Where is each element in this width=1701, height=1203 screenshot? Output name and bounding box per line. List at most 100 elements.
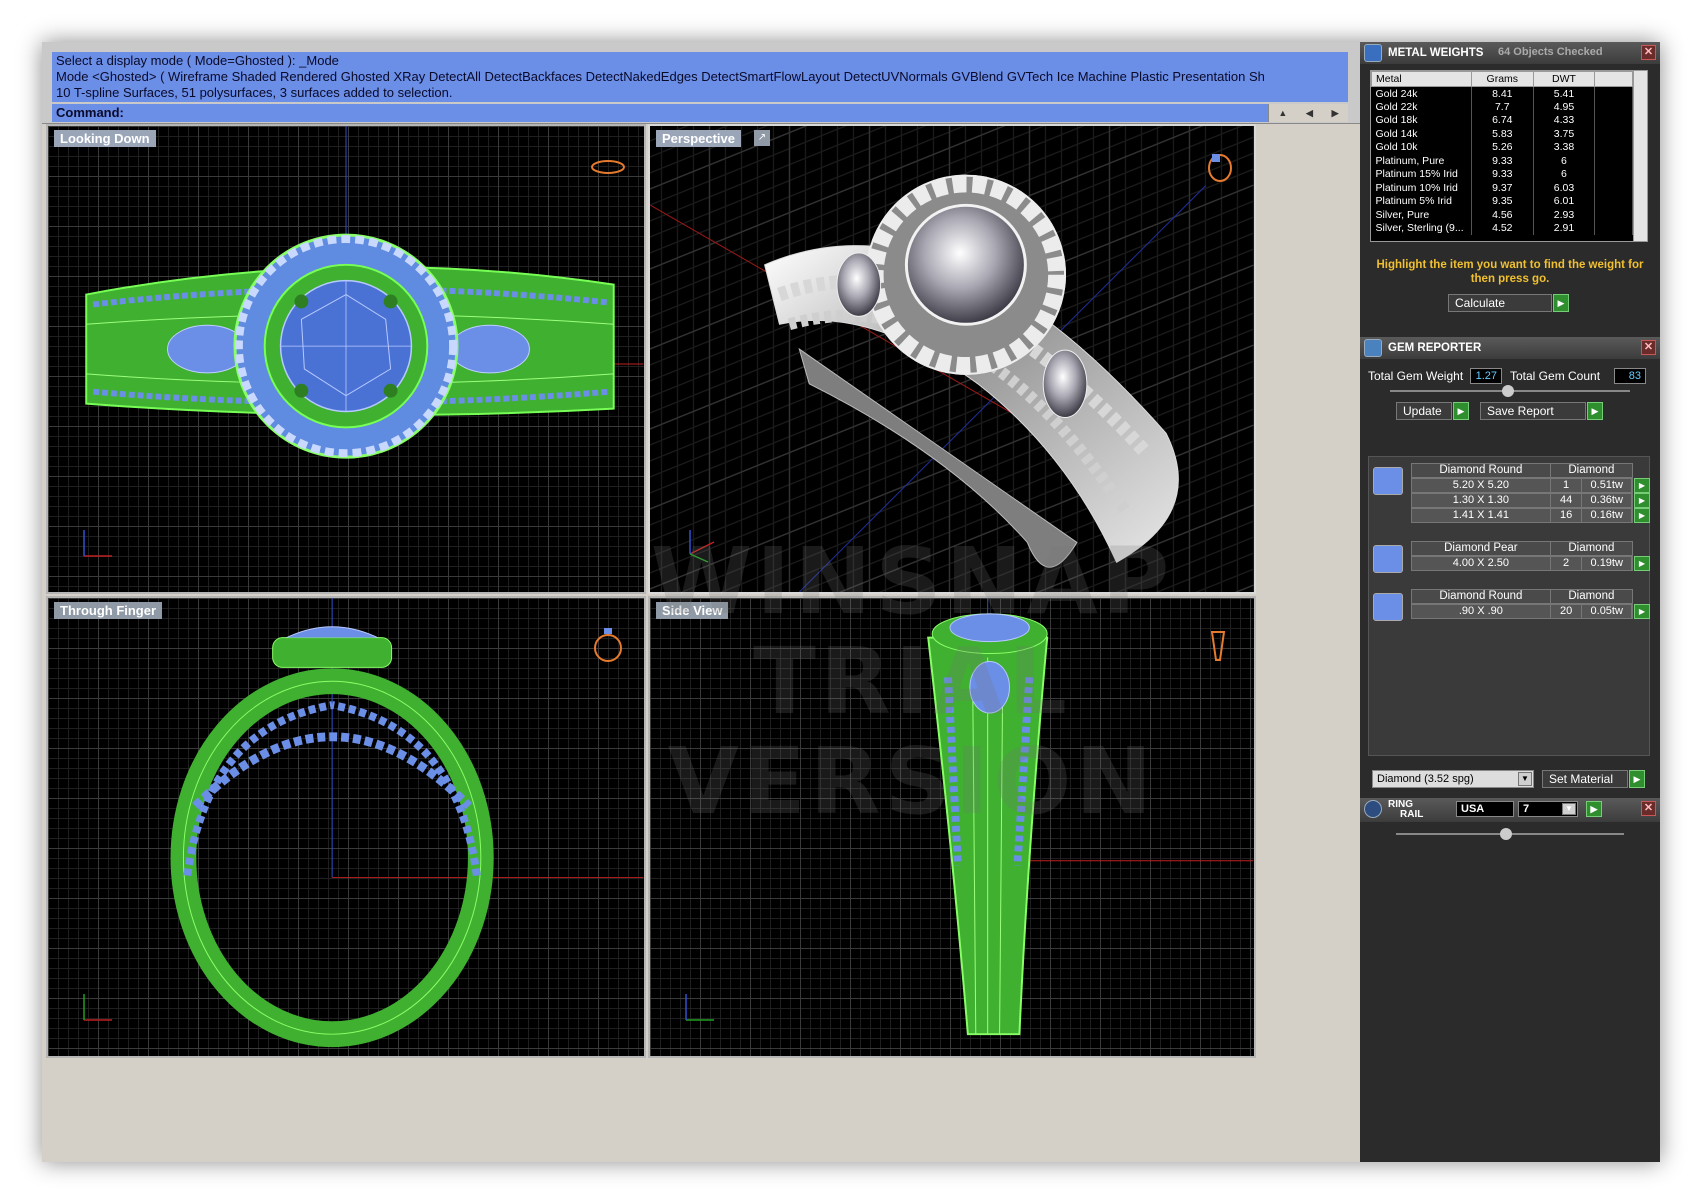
metal-weights-header: METAL WEIGHTS 64 Objects Checked ✕ <box>1360 42 1660 64</box>
gem-cell: 5.20 X 5.20 <box>1412 479 1551 492</box>
table-row[interactable]: Platinum 15% Irid 9.33 6 <box>1371 167 1633 181</box>
gem-thumbnail-icon[interactable] <box>1373 545 1403 573</box>
gem-row[interactable]: 1.30 X 1.30 44 0.36tw ▶ <box>1411 493 1650 508</box>
table-row[interactable]: Platinum 5% Irid 9.35 6.01 <box>1371 194 1633 208</box>
table-cell: 7.7 <box>1471 100 1534 114</box>
table-cell-spacer <box>1594 167 1633 181</box>
gem-group-header: Diamond Round Diamond <box>1411 463 1633 478</box>
viewport-title[interactable]: Perspective <box>656 130 741 147</box>
scroll-left-icon[interactable]: ◀ <box>1306 104 1313 122</box>
gem-material: Diamond <box>1568 590 1615 602</box>
scroll-up-icon[interactable]: ▲ <box>1278 104 1287 122</box>
ring-rail-slider[interactable] <box>1396 828 1624 840</box>
scroll-right-icon[interactable]: ▶ <box>1332 104 1339 122</box>
go-arrow-icon[interactable]: ▶ <box>1453 402 1469 420</box>
viewport-title[interactable]: Side View <box>656 602 729 619</box>
set-material-button[interactable]: Set Material ▶ <box>1542 770 1645 788</box>
table-row[interactable]: Gold 14k 5.83 3.75 <box>1371 127 1633 141</box>
table-row[interactable]: Gold 10k 5.26 3.38 <box>1371 140 1633 154</box>
chevron-down-icon[interactable]: ▼ <box>1518 772 1532 786</box>
column-header[interactable]: Metal <box>1371 71 1472 87</box>
go-arrow-icon[interactable]: ▶ <box>1629 770 1645 788</box>
go-arrow-icon[interactable]: ▶ <box>1634 556 1650 571</box>
command-history-line: Select a display mode ( Mode=Ghosted ): … <box>56 53 339 68</box>
right-panel: METAL WEIGHTS 64 Objects Checked ✕ Metal… <box>1360 42 1660 1162</box>
table-row[interactable]: Platinum 10% Irid 9.37 6.03 <box>1371 181 1633 195</box>
table-cell: 5.41 <box>1533 86 1596 100</box>
gem-row[interactable]: .90 X .90 20 0.05tw ▶ <box>1411 604 1650 619</box>
gem-list[interactable]: Diamond Round Diamond 5.20 X 5.20 1 0.51tw ▶ 1… <box>1368 456 1650 756</box>
viewport-perspective[interactable]: Perspective ↗ <box>648 124 1256 594</box>
table-cell: Platinum 15% Irid <box>1371 167 1472 181</box>
table-cell: 3.38 <box>1533 140 1596 154</box>
viewport-title[interactable]: Looking Down <box>54 130 156 147</box>
chevron-down-icon[interactable]: ▼ <box>1562 803 1576 815</box>
command-line[interactable]: Command: ▲ ◀ ▶ <box>52 104 1348 122</box>
table-row[interactable]: Platinum, Pure 9.33 6 <box>1371 154 1633 168</box>
go-arrow-icon[interactable]: ▶ <box>1634 478 1650 493</box>
region-select-value: USA <box>1461 803 1485 815</box>
go-arrow-icon[interactable]: ▶ <box>1586 801 1602 817</box>
gem-reporter-icon <box>1364 339 1382 357</box>
close-icon[interactable]: ✕ <box>1641 340 1656 355</box>
gem-cell: .90 X .90 <box>1412 605 1551 618</box>
go-arrow-icon[interactable]: ▶ <box>1587 402 1603 420</box>
go-arrow-icon[interactable]: ▶ <box>1634 493 1650 508</box>
maximize-viewport-icon[interactable]: ↗ <box>754 130 770 146</box>
ring-orientation-icon <box>591 160 625 174</box>
table-row[interactable]: Silver, Pure 4.56 2.93 <box>1371 208 1633 222</box>
gem-row[interactable]: 1.41 X 1.41 16 0.16tw ▶ <box>1411 508 1650 523</box>
table-row[interactable]: Gold 22k 7.7 4.95 <box>1371 100 1633 114</box>
gem-material: Diamond <box>1568 464 1615 476</box>
table-row[interactable]: Silver, Sterling (9... 4.52 2.91 <box>1371 221 1633 235</box>
table-cell: Gold 14k <box>1371 127 1472 141</box>
gem-slider[interactable] <box>1390 385 1630 397</box>
ring-render-perspective <box>650 174 1207 592</box>
table-cell: 5.83 <box>1471 127 1534 141</box>
gem-thumbnail-icon[interactable] <box>1373 467 1403 495</box>
metal-weights-table[interactable]: Metal Grams DWT Gold 24k 8.41 5.41 Gold 22k… <box>1370 70 1648 242</box>
ring-orientation-icon <box>1210 631 1226 661</box>
table-row[interactable]: Gold 24k 8.41 5.41 <box>1371 86 1633 100</box>
viewport-looking-down[interactable]: Looking Down <box>46 124 646 594</box>
table-cell: 5.26 <box>1471 140 1534 154</box>
table-cell: 2.93 <box>1533 208 1596 222</box>
close-icon[interactable]: ✕ <box>1641 801 1656 816</box>
table-cell: 4.95 <box>1533 100 1596 114</box>
table-cell: Gold 18k <box>1371 113 1472 127</box>
table-cell: 9.35 <box>1471 194 1534 208</box>
go-arrow-icon[interactable]: ▶ <box>1634 604 1650 619</box>
viewport-side-view[interactable]: Side View <box>648 596 1256 1058</box>
command-scroll[interactable]: ▲ ◀ ▶ <box>1268 104 1348 122</box>
metal-table-scrollbar[interactable] <box>1633 71 1647 241</box>
gem-cell: 1.41 X 1.41 <box>1412 509 1551 522</box>
total-gem-count-label: Total Gem Count <box>1510 369 1601 383</box>
column-header[interactable]: Grams <box>1470 71 1534 87</box>
save-report-button[interactable]: Save Report ▶ <box>1480 402 1603 420</box>
update-button[interactable]: Update ▶ <box>1396 402 1469 420</box>
slider-thumb-icon[interactable] <box>1500 828 1512 840</box>
material-select[interactable]: Diamond (3.52 spg) ▼ <box>1372 770 1534 788</box>
viewport-title[interactable]: Through Finger <box>54 602 163 619</box>
go-arrow-icon[interactable]: ▶ <box>1553 294 1569 312</box>
table-cell: 4.33 <box>1533 113 1596 127</box>
gem-row[interactable]: 5.20 X 5.20 1 0.51tw ▶ <box>1411 478 1650 493</box>
calculate-button[interactable]: Calculate ▶ <box>1448 294 1569 312</box>
table-row[interactable]: Gold 18k 6.74 4.33 <box>1371 113 1633 127</box>
table-cell: Gold 10k <box>1371 140 1472 154</box>
region-select[interactable]: USA <box>1456 801 1514 817</box>
ring-size-value: 7 <box>1523 803 1530 815</box>
ring-orientation-icon <box>1208 154 1232 182</box>
table-cell: 6.74 <box>1471 113 1534 127</box>
command-prompt: Command: <box>56 105 124 120</box>
go-arrow-icon[interactable]: ▶ <box>1634 508 1650 523</box>
column-header[interactable]: DWT <box>1532 71 1596 87</box>
ring-size-select[interactable]: 7 ▼ <box>1518 801 1578 817</box>
objects-checked-status: 64 Objects Checked <box>1498 46 1603 58</box>
gem-thumbnail-icon[interactable] <box>1373 593 1403 621</box>
table-cell: 4.52 <box>1471 221 1534 235</box>
slider-thumb-icon[interactable] <box>1502 385 1514 397</box>
viewport-through-finger[interactable]: Through Finger <box>46 596 646 1058</box>
gem-row[interactable]: 4.00 X 2.50 2 0.19tw ▶ <box>1411 556 1650 571</box>
close-icon[interactable]: ✕ <box>1641 45 1656 60</box>
